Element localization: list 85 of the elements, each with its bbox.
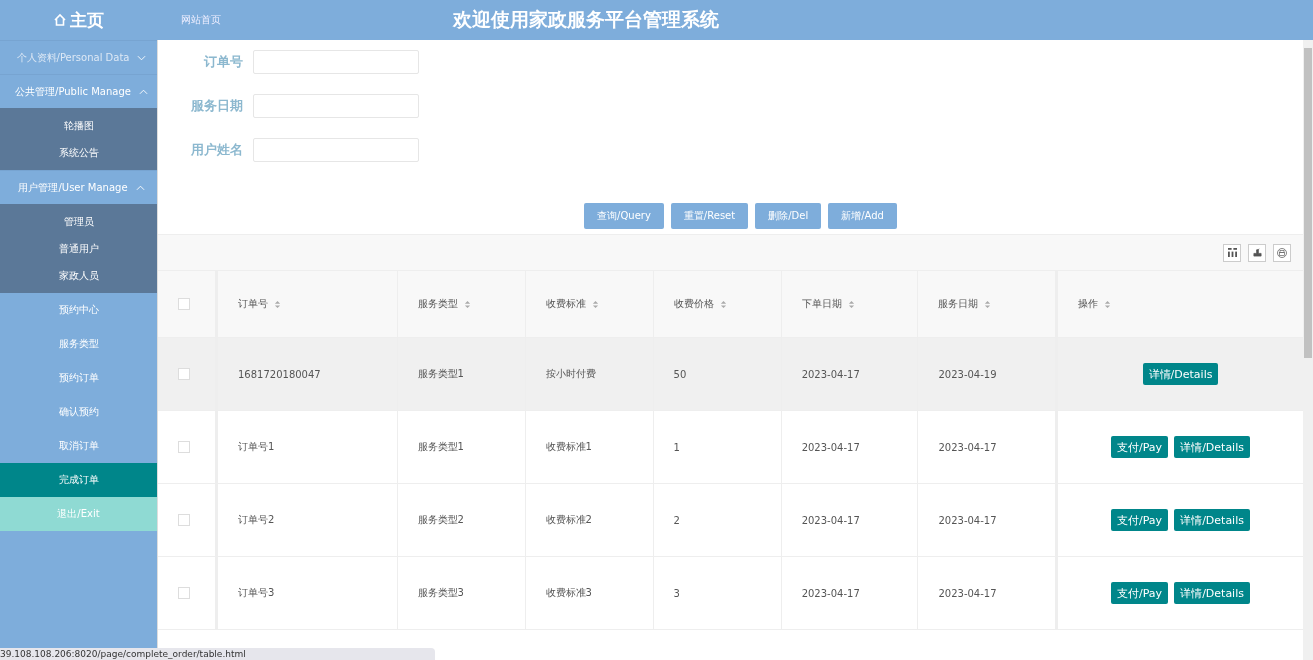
menu-item[interactable]: 完成订单 <box>0 463 157 497</box>
menu-item[interactable]: 服务类型 <box>0 327 157 361</box>
table-cell: 服务类型2 <box>417 514 464 525</box>
input-field[interactable] <box>253 50 419 74</box>
sort-icon[interactable] <box>984 299 992 309</box>
table-cell: 2 <box>673 514 680 526</box>
column-header[interactable]: 下单日期 <box>801 298 842 309</box>
column-header[interactable]: 收费价格 <box>673 298 714 309</box>
grid-icon <box>1227 248 1237 257</box>
sort-icon[interactable] <box>1104 299 1111 309</box>
input-field[interactable] <box>253 94 419 118</box>
field-label: 订单号 <box>203 53 243 71</box>
submenu-item[interactable]: 普通用户 <box>0 235 157 262</box>
page-title: 欢迎使用家政服务平台管理系统 <box>453 7 719 32</box>
table-cell: 2023-04-17 <box>801 587 860 599</box>
table-cell: 2023-04-17 <box>938 587 997 599</box>
row-action-button[interactable]: 详情/Details <box>1174 582 1250 604</box>
menu-item[interactable]: 预约订单 <box>0 361 157 395</box>
chevron-icon <box>137 54 147 61</box>
row-action-button[interactable]: 详情/Details <box>1174 509 1250 531</box>
checkbox[interactable] <box>178 298 190 310</box>
checkbox[interactable] <box>178 368 190 380</box>
field-label: 用户姓名 <box>190 141 243 159</box>
sort-icon[interactable] <box>463 299 471 309</box>
input-field[interactable] <box>253 138 419 162</box>
export-button[interactable] <box>1248 243 1266 262</box>
menu-item[interactable]: 确认预约 <box>0 395 157 429</box>
home-icon <box>53 13 67 27</box>
home-link[interactable]: 主页 <box>70 8 104 32</box>
action-button[interactable]: 删除/Del <box>755 203 822 229</box>
column-header[interactable]: 操作 <box>1078 298 1098 309</box>
table-cell: 服务类型1 <box>417 441 464 452</box>
export-icon <box>1252 248 1262 257</box>
table-cell: 收费标准3 <box>545 587 592 598</box>
column-header[interactable]: 收费标准 <box>545 298 586 309</box>
table-cell: 订单号1 <box>238 441 275 452</box>
scrollbar[interactable] <box>1303 40 1313 660</box>
field-label: 服务日期 <box>190 97 243 115</box>
sort-icon[interactable] <box>591 299 599 309</box>
column-header[interactable]: 服务类型 <box>417 298 458 309</box>
print-icon <box>1277 247 1287 258</box>
action-button[interactable]: 新增/Add <box>828 203 897 229</box>
checkbox[interactable] <box>178 587 190 599</box>
action-button[interactable]: 查询/Query <box>584 203 664 229</box>
row-action-button[interactable]: 详情/Details <box>1174 436 1250 458</box>
table-cell: 按小时付费 <box>545 368 596 379</box>
submenu-item[interactable]: 轮播图 <box>0 112 157 139</box>
table-cell: 2023-04-17 <box>801 514 860 526</box>
sort-icon[interactable] <box>274 299 281 309</box>
row-action-button[interactable]: 支付/Pay <box>1111 509 1169 531</box>
table-cell: 2023-04-17 <box>938 514 997 526</box>
table-cell: 1 <box>673 441 680 453</box>
chevron-icon <box>138 88 148 95</box>
submenu-item[interactable]: 家政人员 <box>0 262 157 289</box>
action-button[interactable]: 重置/Reset <box>670 203 749 229</box>
row-action-button[interactable]: 支付/Pay <box>1111 582 1169 604</box>
table-cell: 2023-04-17 <box>938 441 997 453</box>
submenu-item[interactable]: 系统公告 <box>0 139 157 166</box>
print-button[interactable] <box>1273 243 1291 262</box>
table-cell: 收费标准2 <box>545 514 592 525</box>
table-cell: 50 <box>673 368 687 380</box>
table-cell: 服务类型1 <box>417 368 464 379</box>
table-cell: 2023-04-17 <box>801 441 860 453</box>
table-cell: 2023-04-19 <box>938 368 997 380</box>
table-cell: 2023-04-17 <box>801 368 860 380</box>
row-action-button[interactable]: 支付/Pay <box>1111 436 1169 458</box>
menu-item[interactable]: 取消订单 <box>0 429 157 463</box>
table-cell: 订单号3 <box>238 587 275 598</box>
table-cell: 订单号2 <box>238 514 275 525</box>
status-url: 39.108.108.206:8020/page/complete_order/table.html <box>0 648 435 660</box>
table-cell: 1681720180047 <box>238 368 321 380</box>
sort-icon[interactable] <box>847 299 855 309</box>
checkbox[interactable] <box>178 441 190 453</box>
chevron-icon <box>135 184 145 191</box>
column-header[interactable]: 服务日期 <box>938 298 979 309</box>
table-cell: 收费标准1 <box>545 441 592 452</box>
checkbox[interactable] <box>178 514 190 526</box>
column-header[interactable]: 订单号 <box>238 298 268 309</box>
table-cell: 3 <box>673 587 680 599</box>
row-action-button[interactable]: 详情/Details <box>1142 363 1219 385</box>
menu-item[interactable]: 预约中心 <box>0 293 157 327</box>
table-cell: 服务类型3 <box>417 587 464 598</box>
columns-button[interactable] <box>1223 243 1241 262</box>
sort-icon[interactable] <box>719 299 727 309</box>
submenu-item[interactable]: 管理员 <box>0 208 157 235</box>
